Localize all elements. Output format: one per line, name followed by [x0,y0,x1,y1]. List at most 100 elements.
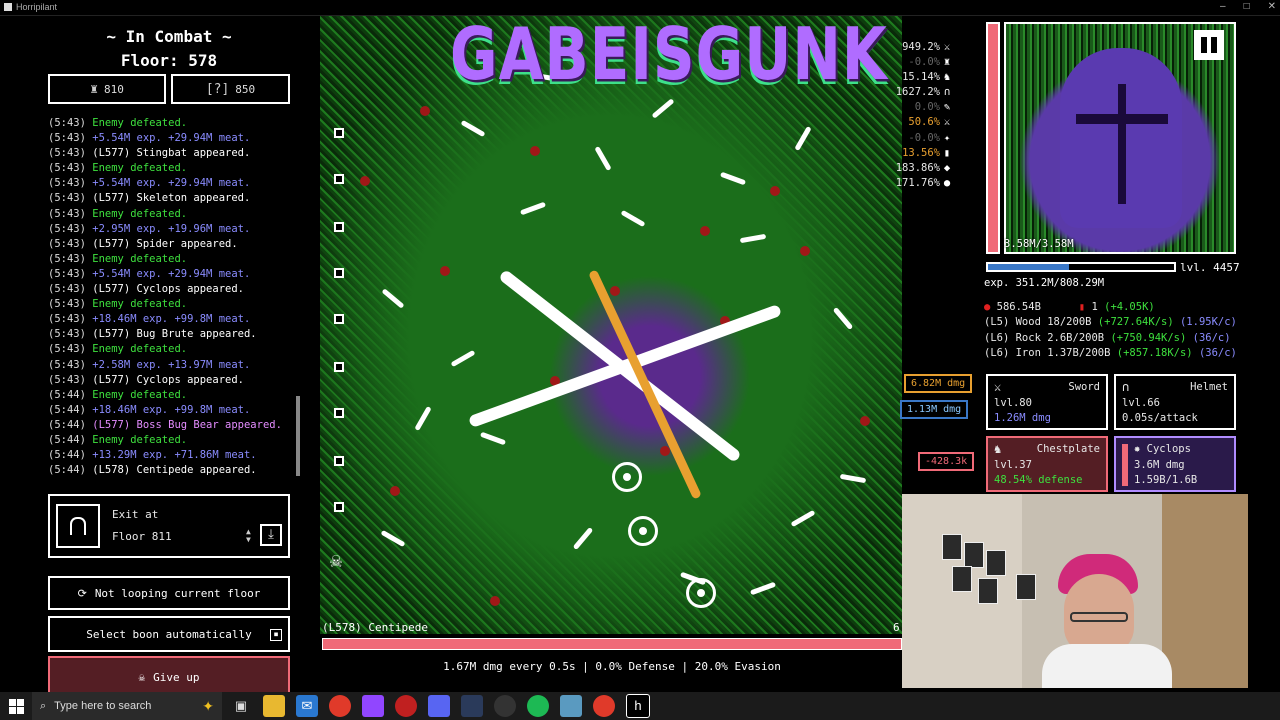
blood-splatter [360,176,370,186]
bone-sprite [450,349,476,368]
bone-sprite [594,145,612,172]
question-icon: [?] [205,81,230,97]
search-placeholder: Type here to search [54,700,152,712]
loop-floor-button[interactable]: ⟳ Not looping current floor [48,576,290,610]
resource-row: (L6) Iron 1.37B/200B (+857.18K/s) (36/c) [984,346,1237,359]
log-entry: (5:43) +5.54M exp. +29.94M meat. [48,267,251,280]
equip-stat: 48.54% defense [994,474,1083,486]
checkbox-icon[interactable]: ■ [270,629,282,641]
multiplier-row: 1627.2% ∩ [882,85,954,100]
bone-sprite [719,171,747,186]
spotify-icon[interactable] [527,695,549,717]
multiplier-row: 50.6% ⚔ [882,115,954,130]
maximize-button[interactable]: □ [1244,1,1250,12]
taskbar-search[interactable]: ⌕ Type here to search ✦ [32,692,222,720]
equip-name: Chestplate [1036,443,1100,455]
file-explorer-icon[interactable] [263,695,285,717]
chrome-icon[interactable] [329,695,351,717]
mail-icon[interactable]: ✉ [296,695,318,717]
minimize-button[interactable]: – [1220,1,1226,12]
blood-splatter [390,486,400,496]
companion-cyclops[interactable]: ✸ Cyclops 3.6M dmg 1.59B/1.6B [1114,436,1236,492]
pause-button[interactable] [1194,30,1224,60]
log-entry: (5:43) +5.54M exp. +29.94M meat. [48,132,251,145]
log-entry: (5:44) +18.46M exp. +99.8M meat. [48,403,251,416]
lane-marker [334,502,344,512]
log-entry: (5:43) Enemy defeated. [48,343,188,356]
wall-photo [978,578,998,604]
enemy-name: (L578) Centipede [322,621,428,634]
obs-icon[interactable] [494,695,516,717]
unknown-floor-box[interactable]: [?] 850 [171,74,290,104]
wall-photo [964,542,984,568]
castle-floor-value: 810 [103,82,124,96]
taskbar: ⌕ Type here to search ✦ ▣ ✉ h [0,692,1280,720]
combat-log[interactable]: (5:43) Enemy defeated. (5:43) +5.54M exp.… [48,116,298,476]
close-button[interactable]: ✕ [1268,1,1276,12]
blood-splatter [440,266,450,276]
person-body [1042,644,1172,688]
auto-boon-label: Select boon automatically [86,627,252,641]
log-entry: (5:43) +18.46M exp. +99.8M meat. [48,313,251,326]
castle-floor-box[interactable]: ♜ 810 [48,74,166,104]
blood-splatter [420,106,430,116]
red-app-icon[interactable] [395,695,417,717]
window-controls: – □ ✕ [1220,1,1276,12]
twitch-icon[interactable] [362,695,384,717]
lane-marker [334,222,344,232]
sword-icon: ⚔ [994,380,1002,394]
multiplier-row: 0.0% ✎ [882,100,954,115]
bone-sprite [381,288,405,309]
chestplate-icon: ♞ [994,442,1002,456]
stat-icon: ♜ [943,56,951,69]
search-icon: ⌕ [40,699,47,712]
log-scrollbar[interactable] [296,396,300,476]
log-entry: (5:43) (L577) Spider appeared. [48,237,238,250]
enemy-count: 6 [893,621,900,634]
task-view-icon[interactable]: ▣ [230,695,252,717]
helmet-icon: ∩ [1122,380,1130,394]
stat-icon: ⚔ [943,116,951,129]
equip-sword[interactable]: ⚔ Sword lvl.80 1.26M dmg [986,374,1108,430]
game-app-icon[interactable]: h [626,694,650,718]
app-icon[interactable] [560,695,582,717]
equip-helmet[interactable]: ∩ Helmet lvl.66 0.05s/attack [1114,374,1236,430]
battle-arena[interactable] [320,16,902,634]
enemy-stats: 1.67M dmg every 0.5s | 0.0% Defense | 20… [443,660,781,673]
exp-fill [988,264,1069,270]
floor-title: Floor: 578 [120,51,218,70]
enemy-health-bar [322,638,902,650]
chrome-icon[interactable] [593,695,615,717]
player-health-bar [986,22,1000,254]
resource-row: (L6) Rock 2.6B/200B (+750.94K/s) (36/c) [984,331,1231,344]
log-entry: (5:43) Enemy defeated. [48,117,188,129]
bone-sprite [572,526,594,551]
multiplier-row: 171.76% ● [882,176,954,191]
blood-splatter [800,246,810,256]
damage-popup: -428.3k [918,452,975,471]
damage-popup: 1.13M dmg [900,400,969,419]
resource-list: ● 586.54B ▮ 1 (+4.05K) (L5) Wood 18/200B … [984,300,1244,361]
exit-floor-value[interactable]: Floor 811 [112,530,172,543]
multiplier-row: 183.86% ◆ [882,161,954,176]
discord-icon[interactable] [428,695,450,717]
resource-row: (L5) Wood 18/200B (+727.64K/s) (1.95K/c) [984,316,1237,329]
log-entry: (5:43) (L577) Bug Brute appeared. [48,328,257,341]
multiplier-row: 949.2% ⚔ [882,40,954,55]
app-icon [4,3,12,11]
floor-spinner-icon[interactable]: ▲ ▼ [246,528,251,544]
equip-chestplate[interactable]: ♞ Chestplate lvl.37 48.54% defense [986,436,1108,492]
give-up-label: Give up [153,670,200,684]
download-icon[interactable]: ⤓ [260,524,282,546]
bone-sprite [414,405,432,432]
window-title: Horripilant [16,2,58,12]
player-level: lvl. 4457 [1180,261,1240,274]
exit-floor-panel: Exit at Floor 811 ▲ ▼ ⤓ [48,494,290,558]
steam-icon[interactable] [461,695,483,717]
log-entry: (5:43) +5.54M exp. +29.94M meat. [48,177,251,190]
exp-text: exp. 351.2M/808.29M [984,277,1105,289]
log-entry: (5:44) Enemy defeated. [48,388,188,401]
windows-start-icon[interactable] [0,692,32,720]
bone-sprite [460,119,486,138]
auto-boon-button[interactable]: Select boon automatically ■ [48,616,290,652]
